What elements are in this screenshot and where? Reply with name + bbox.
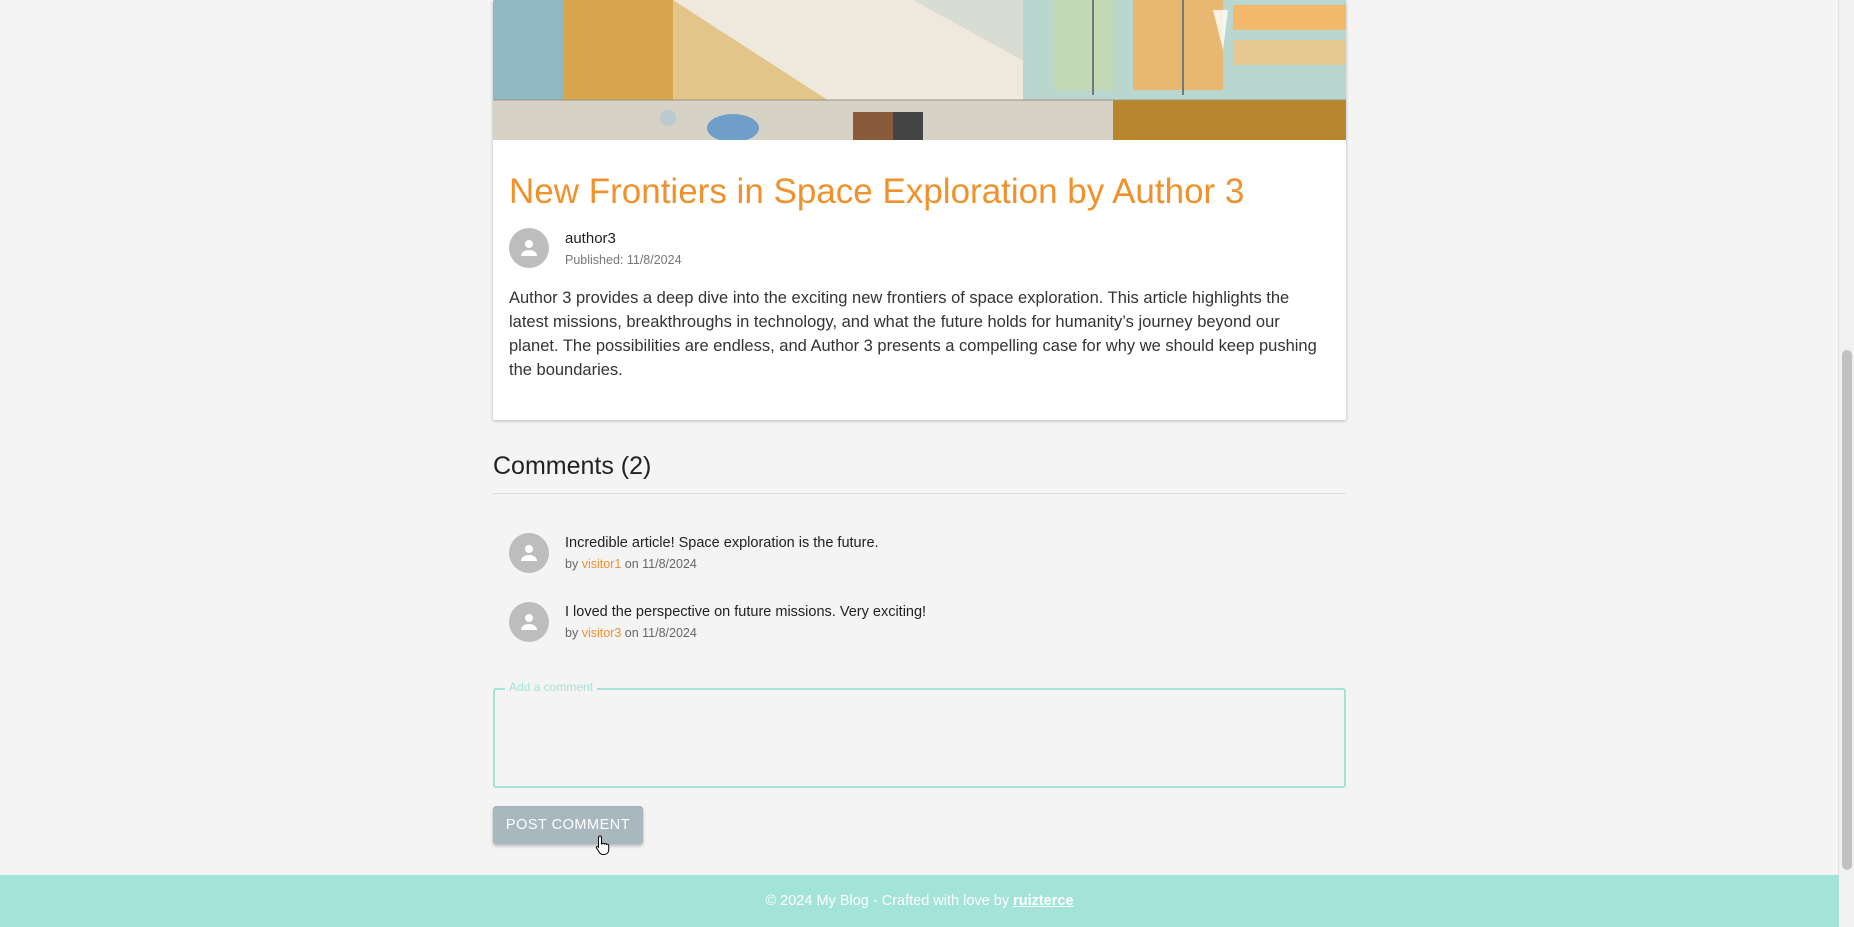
comment-by-label: by (565, 626, 579, 640)
person-icon (521, 240, 537, 257)
comment-item: Incredible article! Space exploration is… (509, 533, 879, 573)
post-author-row: author3 Published: 11/8/2024 (509, 228, 1330, 269)
comment-user-link[interactable]: visitor1 (582, 557, 622, 571)
published-date: Published: 11/8/2024 (565, 252, 682, 267)
commenter-avatar (509, 602, 549, 642)
post-comment-button[interactable]: POST COMMENT (493, 806, 643, 844)
comment-item: I loved the perspective on future missio… (509, 602, 926, 642)
comment-meta: by visitor1 on 11/8/2024 (565, 557, 879, 571)
post-content: Author 3 provides a deep dive into the e… (509, 289, 1317, 380)
hand-pointer-icon (595, 835, 610, 855)
comment-input-label: Add a comment (505, 680, 598, 694)
comment-date: 11/8/2024 (642, 626, 697, 640)
scrollbar-thumb[interactable] (1842, 350, 1852, 870)
author-avatar (509, 228, 549, 269)
author-name: author3 (565, 229, 616, 247)
footer-text: © 2024 My Blog - Crafted with love by (765, 893, 1010, 909)
comment-user-link[interactable]: visitor3 (582, 626, 622, 640)
comment-date: 11/8/2024 (642, 557, 697, 571)
post-hero-image (493, 0, 1346, 140)
comment-on-label: on (624, 626, 639, 640)
footer-author-link[interactable]: ruizterce (1013, 893, 1073, 909)
post-title: New Frontiers in Space Exploration by Au… (509, 172, 1245, 211)
comment-text: I loved the perspective on future missio… (565, 604, 927, 620)
person-icon (521, 614, 537, 630)
comment-meta: by visitor3 on 11/8/2024 (565, 626, 926, 640)
main-content: New Frontiers in Space Exploration by Au… (493, 0, 1346, 844)
comment-text: Incredible article! Space exploration is… (565, 535, 879, 551)
vertical-scrollbar[interactable] (1838, 0, 1854, 927)
site-footer: © 2024 My Blog - Crafted with love by ru… (0, 875, 1839, 927)
person-icon (521, 545, 537, 561)
comment-on-label: on (624, 557, 639, 571)
commenter-avatar (509, 533, 549, 573)
comment-input[interactable]: Add a comment (493, 680, 1346, 788)
comments-divider (493, 493, 1346, 494)
post-card: New Frontiers in Space Exploration by Au… (493, 0, 1346, 420)
comment-by-label: by (565, 557, 579, 571)
comments-title: Comments (2) (493, 452, 652, 480)
